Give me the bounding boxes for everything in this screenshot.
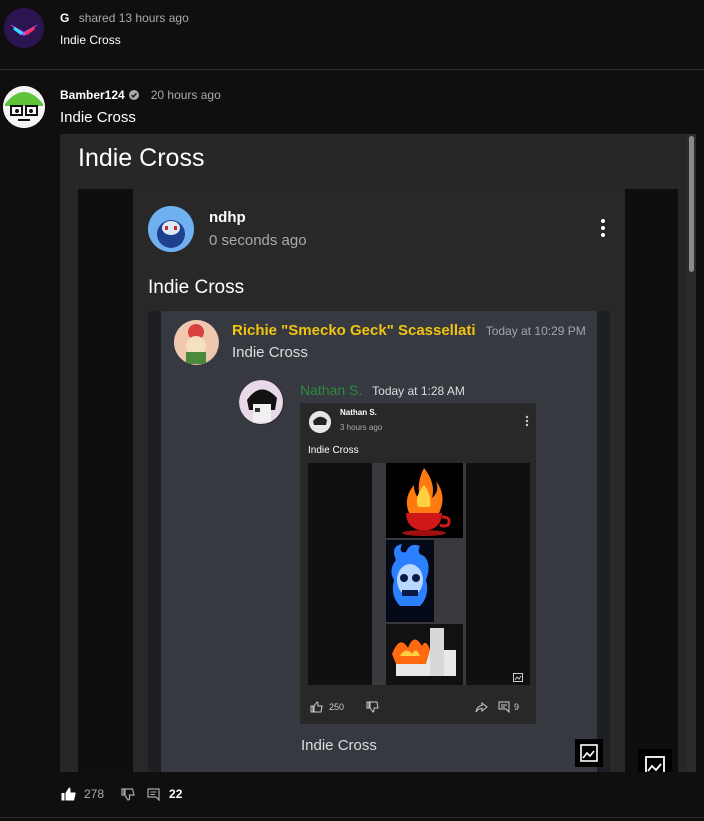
avatar-graphic	[3, 86, 45, 128]
avatar-graphic	[4, 8, 44, 48]
embed-time: 0 seconds ago	[209, 232, 307, 249]
comment-icon	[147, 787, 160, 801]
like-icon	[310, 701, 323, 713]
embed-username[interactable]: ndhp	[209, 209, 246, 226]
fire-cup-image	[386, 463, 463, 538]
comment-icon	[498, 701, 510, 713]
share-meta: shared 13 hours ago	[78, 11, 189, 25]
avatar	[239, 380, 284, 425]
inner-post-text: Indie Cross	[308, 445, 359, 456]
post-image[interactable]: Indie Cross ndhp 0 seconds ago Indie Cro…	[60, 134, 696, 772]
post-time: 20 hours ago	[150, 88, 221, 102]
discord-username: Nathan S.	[300, 382, 363, 398]
embed-text: Indie Cross	[148, 277, 245, 298]
thumbs-down-icon	[121, 787, 135, 801]
discord-timestamp: Today at 1:28 AM	[372, 384, 465, 398]
avatar-graphic	[148, 206, 194, 252]
comment-button[interactable]	[147, 787, 160, 801]
embed-title: Indie Cross	[78, 144, 205, 172]
inner-like-count: 250	[329, 702, 345, 712]
more-icon[interactable]	[600, 218, 606, 238]
avatar	[309, 411, 331, 433]
dislike-button[interactable]	[121, 787, 135, 801]
image-icon	[513, 669, 523, 682]
inner-post-image: Nathan S. 3 hours ago Indie Cross 250 9	[300, 403, 536, 724]
avatar-graphic	[174, 320, 218, 364]
inner-comment-count: 9	[514, 702, 520, 712]
scrollbar-thumb[interactable]	[689, 136, 694, 272]
burning-console-image	[386, 624, 463, 685]
discord-image: Richie "Smecko Geck" Scassellati Today a…	[148, 311, 610, 772]
comment-count: 22	[169, 787, 183, 801]
verified-icon	[128, 90, 139, 100]
inner-post-time: 3 hours ago	[340, 423, 383, 432]
inner-post-username: Nathan S.	[340, 408, 377, 417]
share-username[interactable]: G	[60, 11, 69, 25]
discord-bottom-text: Indie Cross	[301, 737, 377, 754]
avatar[interactable]	[148, 206, 194, 252]
avatar	[174, 320, 219, 365]
embed-card: ndhp 0 seconds ago Indie Cross Richie "S…	[133, 189, 625, 772]
more-icon	[525, 414, 529, 427]
share-text: Indie Cross	[60, 33, 121, 47]
discord-message: Indie Cross	[232, 344, 308, 361]
post-username[interactable]: Bamber124	[60, 88, 125, 102]
avatar[interactable]	[4, 8, 44, 48]
avatar-graphic	[309, 411, 331, 433]
image-icon	[638, 749, 672, 772]
skull-image	[386, 540, 434, 622]
divider	[0, 69, 704, 70]
collage-image	[308, 463, 530, 685]
share-icon	[475, 701, 488, 713]
image-icon	[575, 739, 603, 767]
like-button[interactable]	[61, 787, 76, 801]
dislike-icon	[366, 701, 379, 713]
discord-timestamp: Today at 10:29 PM	[485, 324, 586, 338]
scrollbar[interactable]	[687, 134, 696, 772]
divider	[0, 817, 704, 818]
discord-username: Richie "Smecko Geck" Scassellati	[232, 322, 476, 339]
thumbs-up-icon	[61, 787, 76, 801]
post-text: Indie Cross	[60, 109, 136, 126]
like-count: 278	[84, 787, 105, 801]
avatar[interactable]	[3, 86, 45, 128]
avatar-graphic	[239, 380, 283, 424]
